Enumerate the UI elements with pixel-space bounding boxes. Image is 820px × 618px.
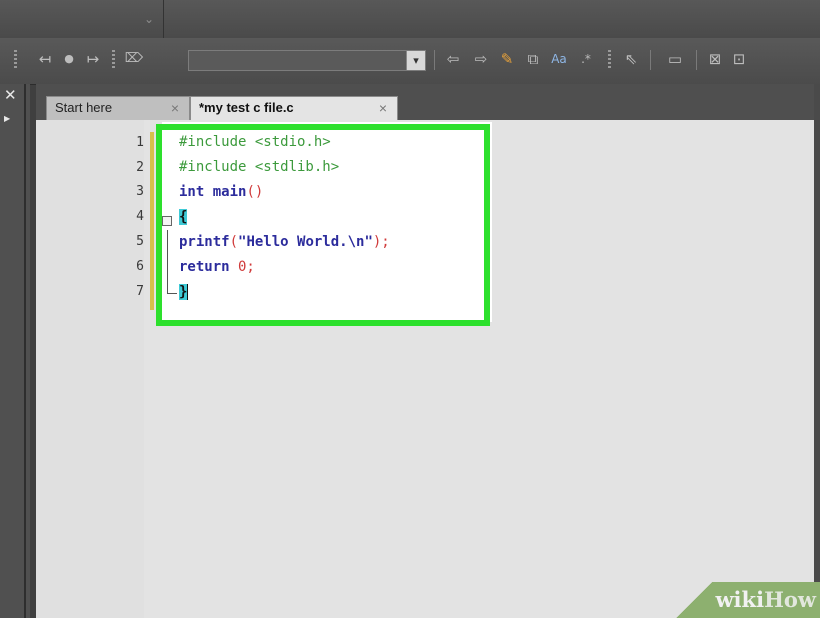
image-icon[interactable]: ⊠ — [704, 48, 726, 70]
tab-label: Start here — [55, 100, 113, 115]
highlighter-icon[interactable]: ✎ — [496, 48, 518, 70]
line-number: 2 — [136, 160, 144, 175]
regex-icon[interactable]: .* — [576, 48, 596, 70]
expand-arrow-icon[interactable]: ▶ — [4, 114, 10, 123]
menu-divider — [163, 0, 164, 38]
menu-strip: ⌄ — [0, 0, 820, 39]
code-highlight-box — [156, 124, 490, 326]
text-box-icon[interactable]: ⊡ — [730, 48, 748, 70]
chevron-down-icon[interactable]: ▾ — [406, 51, 425, 70]
line-number: 3 — [136, 184, 144, 199]
nav-forward-icon[interactable]: ⇨ — [470, 48, 492, 70]
tag-icon[interactable]: ⌦ — [124, 48, 144, 70]
nav-back-icon[interactable]: ⇦ — [442, 48, 464, 70]
toolbar-combo[interactable]: ▾ — [188, 50, 426, 71]
back-arrow-icon[interactable]: ↤ — [36, 48, 54, 70]
tab-label: *my test c file.c — [199, 100, 294, 115]
line-number: 6 — [136, 259, 144, 274]
change-marker — [150, 132, 154, 310]
panel-divider — [24, 84, 26, 618]
tab-my-test-c-file[interactable]: *my test c file.c × — [190, 96, 398, 120]
line-number: 5 — [136, 234, 144, 249]
toolbar-grip-icon[interactable] — [608, 50, 611, 68]
toolbar-grip-icon[interactable] — [112, 50, 115, 68]
toolbar-grip-icon[interactable] — [14, 50, 17, 68]
tab-start-here[interactable]: Start here × — [46, 96, 190, 120]
pointer-icon[interactable]: ⇖ — [620, 48, 642, 70]
toolbar-separator — [434, 50, 435, 70]
line-number-gutter: 1 2 3 4 5 6 7 — [36, 120, 144, 618]
font-icon[interactable]: Aa — [548, 48, 570, 70]
toolbar-separator — [696, 50, 697, 70]
close-icon[interactable]: ✕ — [4, 86, 17, 104]
tab-bar: Start here × *my test c file.c × — [36, 84, 820, 120]
close-icon[interactable]: × — [171, 97, 179, 119]
watermark-text: How — [764, 587, 816, 612]
watermark-text: wiki — [715, 587, 765, 612]
chevron-down-icon[interactable]: ⌄ — [140, 10, 158, 28]
window-edge — [814, 84, 820, 618]
forward-arrow-icon[interactable]: ↦ — [84, 48, 102, 70]
bullet-icon[interactable]: ● — [60, 48, 78, 70]
toolbar: ↤ ● ↦ ⌦ ▾ ⇦ ⇨ ✎ ⧉ Aa .* ⇖ ▭ ⊠ ⊡ — [0, 38, 820, 85]
wikihow-watermark: wikiHow — [670, 582, 820, 618]
line-number: 7 — [136, 284, 144, 299]
toolbar-separator — [650, 50, 651, 70]
line-number: 1 — [136, 135, 144, 150]
line-number: 4 — [136, 209, 144, 224]
close-icon[interactable]: × — [379, 97, 387, 119]
split-icon[interactable]: ⧉ — [522, 48, 544, 70]
rectangle-icon[interactable]: ▭ — [660, 48, 690, 70]
